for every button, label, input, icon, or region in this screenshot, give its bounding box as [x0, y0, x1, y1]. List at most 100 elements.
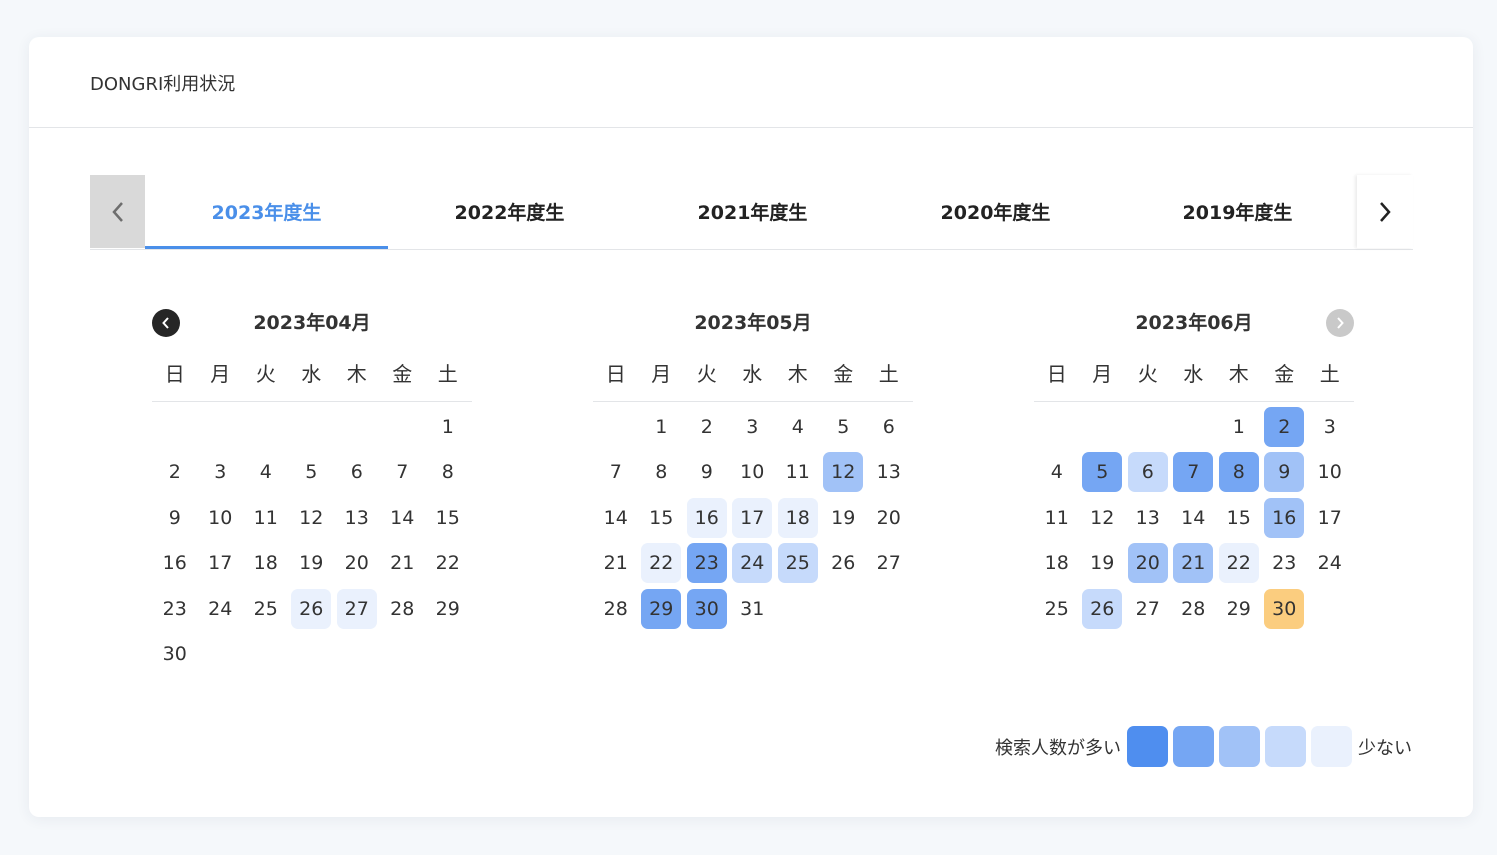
- calendar-day[interactable]: 28: [593, 586, 639, 632]
- calendar-day[interactable]: 2: [684, 404, 730, 450]
- calendar-day[interactable]: 12: [1080, 495, 1126, 541]
- calendar-day[interactable]: 7: [380, 450, 426, 496]
- calendar-day[interactable]: 13: [1125, 495, 1171, 541]
- calendar-day[interactable]: 13: [866, 450, 912, 496]
- calendar-day[interactable]: 22: [639, 541, 685, 587]
- tab-2020[interactable]: 2020年度生: [874, 175, 1117, 248]
- calendar-day[interactable]: 24: [730, 541, 776, 587]
- calendar-day[interactable]: 27: [866, 541, 912, 587]
- tabs-next-button[interactable]: [1357, 175, 1413, 248]
- calendar-day[interactable]: 17: [730, 495, 776, 541]
- calendar-day[interactable]: 26: [289, 586, 335, 632]
- calendar-day[interactable]: 5: [1080, 450, 1126, 496]
- calendar-day[interactable]: 15: [1216, 495, 1262, 541]
- calendar-day[interactable]: 28: [1171, 586, 1217, 632]
- calendar-day[interactable]: 26: [1080, 586, 1126, 632]
- calendar-day[interactable]: 7: [593, 450, 639, 496]
- calendar-day[interactable]: 20: [1125, 541, 1171, 587]
- tabs-prev-button[interactable]: [90, 175, 145, 248]
- calendar-day[interactable]: 5: [289, 450, 335, 496]
- calendar-day[interactable]: 31: [730, 586, 776, 632]
- calendar-day[interactable]: 22: [1216, 541, 1262, 587]
- calendar-day[interactable]: 25: [1034, 586, 1080, 632]
- calendar-day[interactable]: 25: [775, 541, 821, 587]
- calendar-day[interactable]: 18: [1034, 541, 1080, 587]
- calendar-day[interactable]: 14: [380, 495, 426, 541]
- calendar-day[interactable]: 21: [593, 541, 639, 587]
- calendar-day[interactable]: 1: [425, 404, 471, 450]
- calendar-day[interactable]: 15: [425, 495, 471, 541]
- calendar-day[interactable]: 8: [425, 450, 471, 496]
- calendar-day[interactable]: 6: [1125, 450, 1171, 496]
- calendar-day[interactable]: 16: [684, 495, 730, 541]
- calendar-day[interactable]: 23: [684, 541, 730, 587]
- calendar-day[interactable]: 10: [198, 495, 244, 541]
- calendar-day[interactable]: 22: [425, 541, 471, 587]
- tab-2019[interactable]: 2019年度生: [1116, 175, 1359, 248]
- calendar-day[interactable]: 18: [775, 495, 821, 541]
- calendar-day[interactable]: 27: [334, 586, 380, 632]
- calendar-day[interactable]: 29: [425, 586, 471, 632]
- tab-2022[interactable]: 2022年度生: [388, 175, 631, 248]
- calendar-day[interactable]: 3: [730, 404, 776, 450]
- calendar-day[interactable]: 9: [684, 450, 730, 496]
- month-next-button[interactable]: [1326, 309, 1354, 337]
- calendar-day[interactable]: 20: [334, 541, 380, 587]
- calendar-day[interactable]: 28: [380, 586, 426, 632]
- calendar-day[interactable]: 1: [1216, 404, 1262, 450]
- calendar-day[interactable]: 20: [866, 495, 912, 541]
- calendar-day[interactable]: 4: [243, 450, 289, 496]
- calendar-day[interactable]: 13: [334, 495, 380, 541]
- calendar-day[interactable]: 10: [730, 450, 776, 496]
- calendar-day[interactable]: 30: [684, 586, 730, 632]
- calendar-day[interactable]: 14: [1171, 495, 1217, 541]
- calendar-day[interactable]: 17: [1307, 495, 1353, 541]
- calendar-day[interactable]: 21: [380, 541, 426, 587]
- calendar-day[interactable]: 30: [152, 632, 198, 678]
- calendar-day[interactable]: 4: [1034, 450, 1080, 496]
- calendar-day[interactable]: 27: [1125, 586, 1171, 632]
- calendar-day[interactable]: 5: [821, 404, 867, 450]
- calendar-day[interactable]: 26: [821, 541, 867, 587]
- calendar-day[interactable]: 14: [593, 495, 639, 541]
- calendar-day[interactable]: 12: [289, 495, 335, 541]
- calendar-day[interactable]: 3: [1307, 404, 1353, 450]
- calendar-day[interactable]: 11: [775, 450, 821, 496]
- calendar-day[interactable]: 6: [334, 450, 380, 496]
- calendar-day[interactable]: 6: [866, 404, 912, 450]
- calendar-day[interactable]: 7: [1171, 450, 1217, 496]
- calendar-day[interactable]: 23: [152, 586, 198, 632]
- calendar-day[interactable]: 11: [1034, 495, 1080, 541]
- month-prev-button[interactable]: [152, 309, 180, 337]
- calendar-day[interactable]: 16: [152, 541, 198, 587]
- calendar-day[interactable]: 23: [1262, 541, 1308, 587]
- calendar-day[interactable]: 11: [243, 495, 289, 541]
- calendar-day[interactable]: 24: [1307, 541, 1353, 587]
- calendar-day[interactable]: 19: [821, 495, 867, 541]
- calendar-day[interactable]: 21: [1171, 541, 1217, 587]
- calendar-day[interactable]: 9: [152, 495, 198, 541]
- tab-2021[interactable]: 2021年度生: [631, 175, 874, 248]
- calendar-day[interactable]: 3: [198, 450, 244, 496]
- calendar-day[interactable]: 17: [198, 541, 244, 587]
- tab-2023[interactable]: 2023年度生: [145, 175, 388, 249]
- calendar-day[interactable]: 2: [1262, 404, 1308, 450]
- calendar-day[interactable]: 2: [152, 450, 198, 496]
- calendar-day[interactable]: 30: [1262, 586, 1308, 632]
- calendar-day[interactable]: 16: [1262, 495, 1308, 541]
- calendar-day[interactable]: 18: [243, 541, 289, 587]
- calendar-day[interactable]: 4: [775, 404, 821, 450]
- calendar-day[interactable]: 9: [1262, 450, 1308, 496]
- calendar-day[interactable]: 19: [1080, 541, 1126, 587]
- calendar-day[interactable]: 25: [243, 586, 289, 632]
- calendar-day[interactable]: 12: [821, 450, 867, 496]
- calendar-day[interactable]: 29: [639, 586, 685, 632]
- calendar-day[interactable]: 8: [1216, 450, 1262, 496]
- calendar-day[interactable]: 1: [639, 404, 685, 450]
- calendar-day[interactable]: 19: [289, 541, 335, 587]
- calendar-day[interactable]: 29: [1216, 586, 1262, 632]
- calendar-day[interactable]: 15: [639, 495, 685, 541]
- calendar-day[interactable]: 24: [198, 586, 244, 632]
- calendar-day[interactable]: 10: [1307, 450, 1353, 496]
- calendar-day[interactable]: 8: [639, 450, 685, 496]
